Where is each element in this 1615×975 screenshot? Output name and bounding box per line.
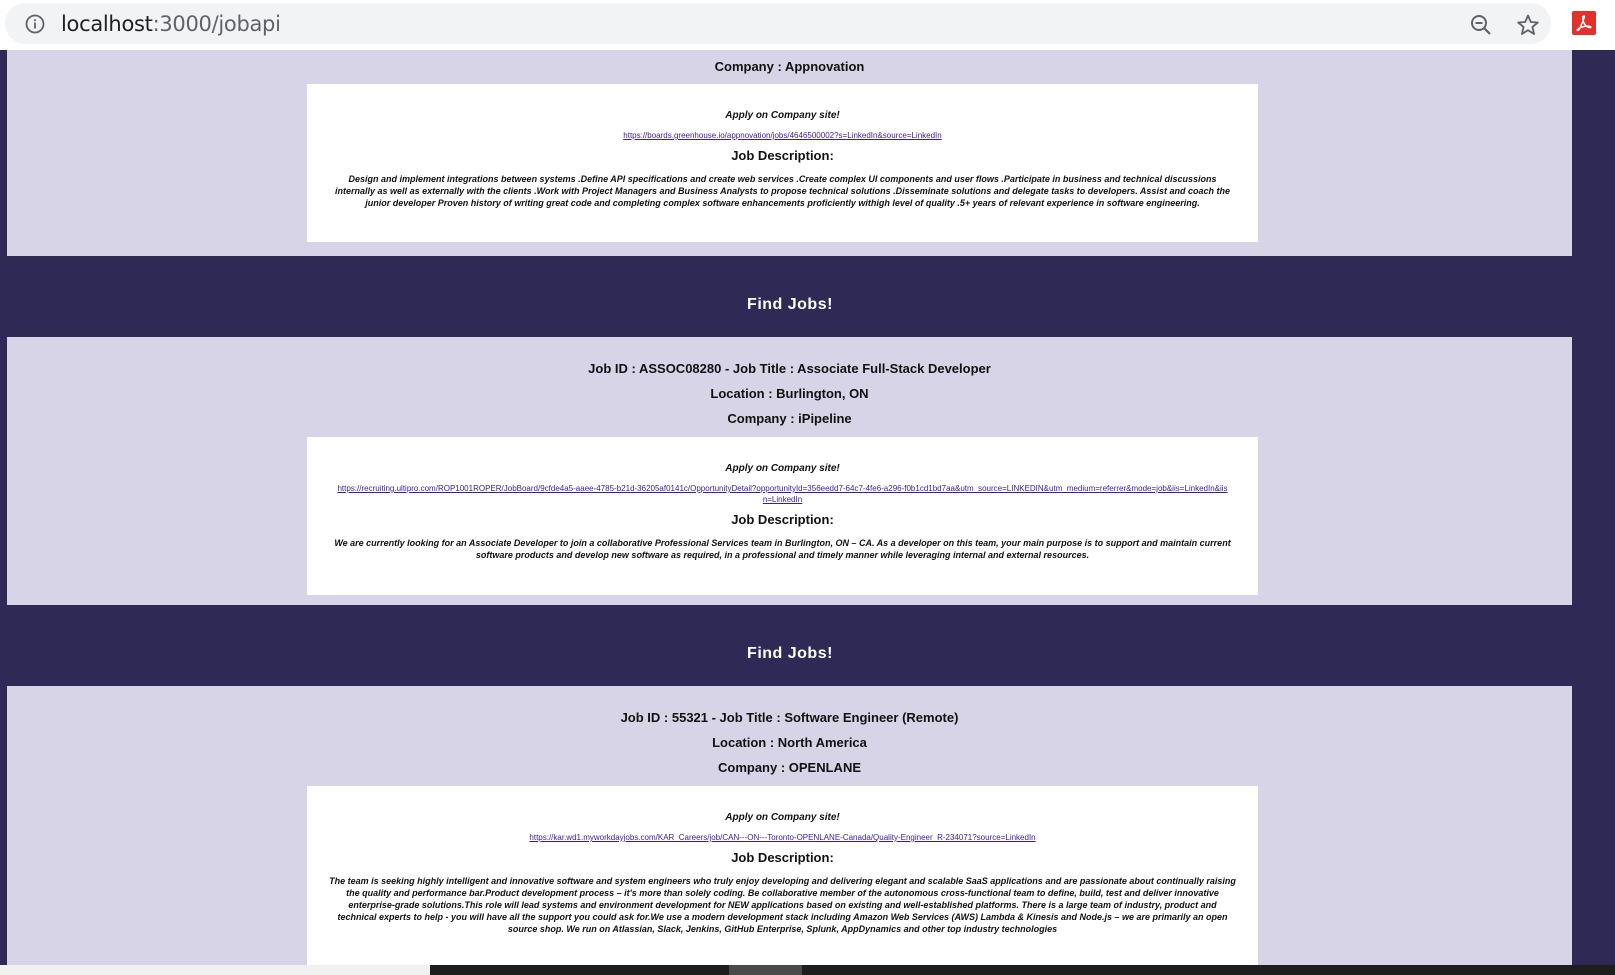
- job-location: Location : Burlington, ON: [710, 386, 869, 401]
- job-description-label: Job Description:: [731, 512, 834, 527]
- zoom-out-icon[interactable]: [1470, 14, 1492, 36]
- apply-link[interactable]: https://kar.wd1.myworkdayjobs.com/KAR_Ca…: [337, 832, 1228, 843]
- job-company: Company : iPipeline: [727, 411, 852, 426]
- site-info-icon[interactable]: [25, 14, 45, 34]
- page-content: Company : Appnovation Apply on Company s…: [0, 50, 1615, 965]
- job-description-label: Job Description:: [731, 850, 834, 865]
- bookmark-star-icon[interactable]: [1516, 13, 1540, 37]
- apply-label: Apply on Company site!: [725, 463, 840, 474]
- apply-link[interactable]: https://recruiting.ultipro.com/ROP1001RO…: [337, 483, 1228, 505]
- job-id-title: Job ID : ASSOC08280 - Job Title : Associ…: [588, 361, 991, 376]
- pdf-extension-icon[interactable]: [1572, 11, 1596, 35]
- job-company: Company : OPENLANE: [717, 760, 861, 775]
- url-path: :3000/jobapi: [152, 12, 281, 36]
- apply-label: Apply on Company site!: [725, 110, 840, 121]
- job-description: Design and implement integrations betwee…: [335, 174, 1230, 208]
- scrollbar-track: [0, 965, 430, 975]
- url-host: localhost: [61, 12, 153, 36]
- job-id-title: Job ID : 55321 - Job Title : Software En…: [620, 710, 959, 725]
- job-company: Company : Appnovation: [714, 59, 865, 74]
- vertical-scrollbar[interactable]: [1598, 50, 1615, 965]
- job-description-label: Job Description:: [731, 148, 834, 163]
- apply-label: Apply on Company site!: [725, 812, 840, 823]
- browser-toolbar: localhost:3000/jobapi: [0, 0, 1615, 50]
- horizontal-scrollbar[interactable]: [0, 965, 1615, 975]
- address-bar[interactable]: localhost:3000/jobapi: [5, 3, 1551, 44]
- job-description: We are currently looking for an Associat…: [334, 538, 1231, 560]
- find-jobs-heading: Find Jobs!: [747, 296, 833, 313]
- job-description: The team is seeking highly intelligent a…: [329, 876, 1236, 934]
- url-text[interactable]: localhost:3000/jobapi: [61, 12, 281, 36]
- apply-link[interactable]: https://boards.greenhouse.io/appnovation…: [337, 130, 1228, 141]
- job-detail-box: Apply on Company site! https://boards.gr…: [307, 84, 1258, 242]
- job-detail-box: Apply on Company site! https://kar.wd1.m…: [307, 786, 1258, 965]
- find-jobs-heading: Find Jobs!: [747, 645, 833, 662]
- scrollbar-thumb[interactable]: [729, 965, 802, 975]
- job-location: Location : North America: [712, 735, 867, 750]
- job-detail-box: Apply on Company site! https://recruitin…: [307, 437, 1258, 595]
